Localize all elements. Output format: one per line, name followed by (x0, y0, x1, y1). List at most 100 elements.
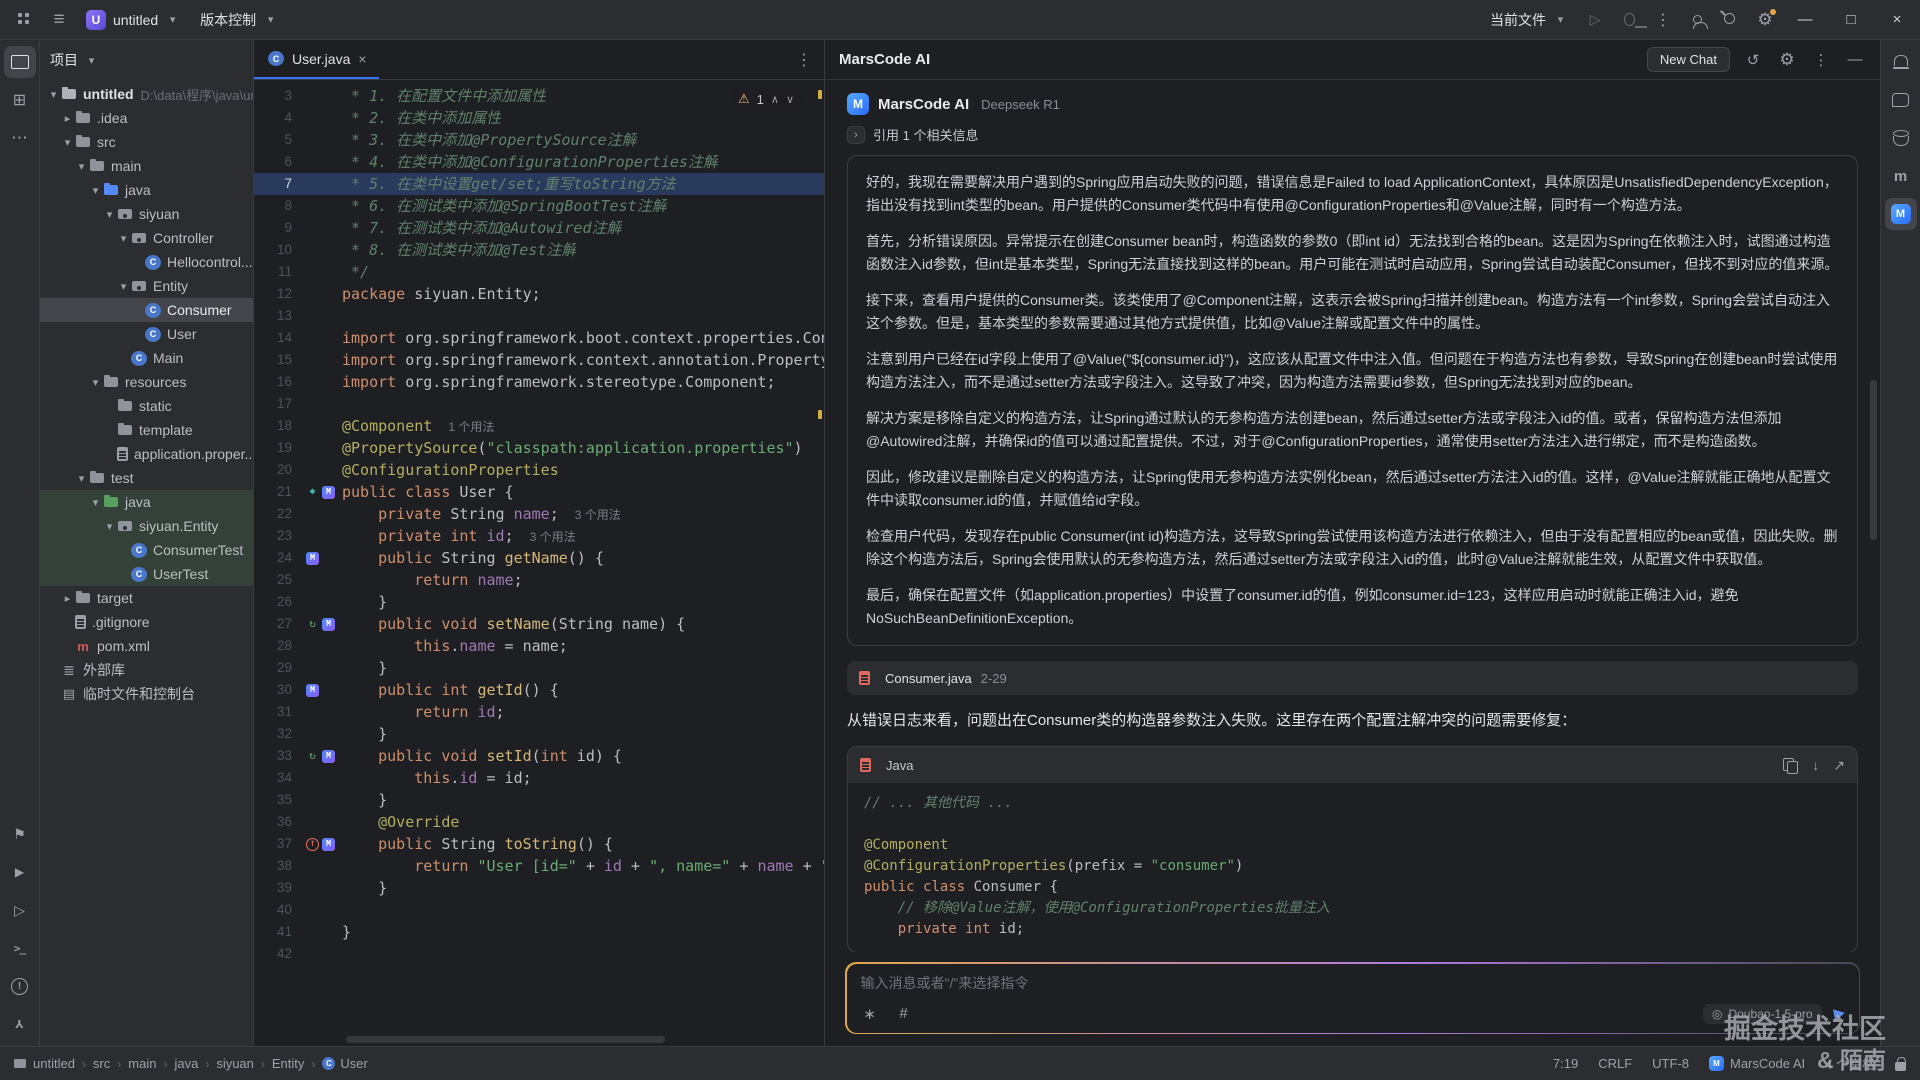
tree-item-usertest[interactable]: UserTest (40, 562, 253, 586)
chevron-down-icon[interactable]: ▾ (88, 496, 103, 509)
set-gutter-icon[interactable] (306, 750, 319, 763)
code-text[interactable]: } (342, 591, 387, 613)
line-number[interactable]: 22 (254, 503, 304, 525)
bookmark-icon[interactable] (4, 818, 36, 850)
code-line[interactable]: 32 } (254, 723, 824, 745)
window-close-button[interactable]: × (1874, 0, 1920, 40)
set-gutter-icon[interactable] (306, 618, 319, 631)
code-text[interactable]: import org.springframework.context.annot… (342, 349, 824, 371)
line-number[interactable]: 16 (254, 371, 304, 393)
next-problem-icon[interactable]: ∨ (786, 93, 794, 106)
project-icon[interactable] (4, 46, 36, 78)
mars-gutter-icon[interactable] (322, 750, 335, 763)
line-number[interactable]: 15 (254, 349, 304, 371)
error-stripe-mark[interactable] (818, 90, 822, 99)
tree-item-hellocontroller[interactable]: Hellocontrol... (40, 250, 253, 274)
code-line[interactable]: 35 } (254, 789, 824, 811)
encoding-selector[interactable]: UTF-8 (1652, 1056, 1689, 1071)
code-text[interactable]: * 8. 在测试类中添加@Test注解 (342, 239, 576, 261)
account-button[interactable] (1680, 3, 1714, 37)
usage-inlay-hint[interactable]: 3 个用法 (530, 530, 576, 544)
code-line[interactable]: 26 } (254, 591, 824, 613)
tree-item-src[interactable]: ▾src (40, 130, 253, 154)
code-text[interactable]: @Override (342, 811, 459, 833)
line-number[interactable]: 35 (254, 789, 304, 811)
line-number[interactable]: 29 (254, 657, 304, 679)
file-reference-chip[interactable]: Consumer.java 2-29 (847, 661, 1858, 695)
project-widget[interactable]: U untitled ▾ (76, 5, 190, 35)
code-text[interactable]: } (342, 723, 387, 745)
line-number[interactable]: 37 (254, 833, 304, 855)
breadcrumb-siyuan[interactable]: siyuan (216, 1056, 254, 1071)
line-number[interactable]: 41 (254, 921, 304, 943)
ovr-gutter-icon[interactable] (306, 838, 319, 851)
code-line[interactable]: 6 * 4. 在类中添加@ConfigurationProperties注解 (254, 151, 824, 173)
tree-item-test[interactable]: ▾test (40, 466, 253, 490)
chevron-down-icon[interactable]: ▾ (74, 472, 89, 485)
code-text[interactable]: return "User [id=" + id + ", name=" + na… (342, 855, 824, 877)
vcs-widget[interactable]: 版本控制 ▾ (190, 5, 288, 35)
tab-options-button[interactable]: ⋮ (784, 50, 824, 70)
line-number[interactable]: 42 (254, 943, 304, 965)
new-chat-button[interactable]: New Chat (1647, 47, 1730, 72)
line-number[interactable]: 31 (254, 701, 304, 723)
code-line[interactable]: 27 public void setName(String name) { (254, 613, 824, 635)
code-text[interactable]: public int getId() { (342, 679, 559, 701)
line-number[interactable]: 6 (254, 151, 304, 173)
window-minimize-button[interactable]: — (1782, 0, 1828, 40)
structure-icon[interactable] (4, 84, 36, 116)
tree-item-idea[interactable]: ▸.idea (40, 106, 253, 130)
maven-icon[interactable] (1885, 160, 1917, 192)
history-button[interactable]: ↺ (1742, 49, 1764, 71)
chevron-down-icon[interactable]: ▾ (116, 232, 131, 245)
mars-gutter-icon[interactable] (306, 552, 319, 565)
close-icon[interactable]: × (358, 51, 366, 67)
chevron-down-icon[interactable]: ▾ (102, 208, 117, 221)
context-hash-icon[interactable]: # (895, 1005, 913, 1022)
code-line[interactable]: 13 (254, 305, 824, 327)
terminal-icon[interactable] (4, 932, 36, 964)
code-line[interactable]: 42 (254, 943, 824, 965)
line-number[interactable]: 25 (254, 569, 304, 591)
code-text[interactable]: private int id;3 个用法 (342, 525, 576, 547)
code-text[interactable]: @PropertySource("classpath:application.p… (342, 437, 803, 459)
code-text[interactable]: } (342, 657, 387, 679)
code-text[interactable]: */ (342, 261, 369, 283)
tree-item-entity[interactable]: ▾Entity (40, 274, 253, 298)
tree-item-resources[interactable]: ▾resources (40, 370, 253, 394)
code-line[interactable]: 19@PropertySource("classpath:application… (254, 437, 824, 459)
editor-horizontal-scrollbar[interactable] (346, 1036, 665, 1043)
usage-inlay-hint[interactable]: 3 个用法 (575, 508, 621, 522)
line-number[interactable]: 10 (254, 239, 304, 261)
code-text[interactable]: } (342, 789, 387, 811)
chevron-right-icon[interactable]: ▸ (60, 592, 75, 605)
line-number[interactable]: 26 (254, 591, 304, 613)
tree-item-main[interactable]: ▾main (40, 154, 253, 178)
tree-item-gitignore[interactable]: .gitignore (40, 610, 253, 634)
mars-gutter-icon[interactable] (322, 618, 335, 631)
chat-message-input[interactable] (861, 975, 1845, 991)
mars-gutter-icon[interactable] (306, 684, 319, 697)
marscode-icon[interactable] (1885, 198, 1917, 230)
line-number[interactable]: 18 (254, 415, 304, 437)
error-stripe-mark[interactable] (818, 410, 822, 419)
code-text[interactable]: return name; (342, 569, 523, 591)
code-line[interactable]: 25 return name; (254, 569, 824, 591)
code-line[interactable]: 31 return id; (254, 701, 824, 723)
code-line[interactable]: 41} (254, 921, 824, 943)
line-ending-selector[interactable]: CRLF (1598, 1056, 1632, 1071)
run-configuration-selector[interactable]: 当前文件 ▾ (1480, 5, 1578, 35)
chevron-down-icon[interactable]: ▾ (74, 160, 89, 173)
code-text[interactable]: public String getName() { (342, 547, 604, 569)
chat-settings-button[interactable] (1776, 49, 1798, 71)
code-line[interactable]: 39 } (254, 877, 824, 899)
code-text[interactable]: private String name;3 个用法 (342, 503, 621, 525)
code-line[interactable]: 11 */ (254, 261, 824, 283)
code-editor[interactable]: ⚠ 1 ∧ ∨ 3 * 1. 在配置文件中添加属性4 * 2. 在类中添加属性5… (254, 80, 824, 1046)
line-number[interactable]: 13 (254, 305, 304, 327)
code-text[interactable]: * 3. 在类中添加@PropertySource注解 (342, 129, 637, 151)
code-line[interactable]: 8 * 6. 在测试类中添加@SpringBootTest注解 (254, 195, 824, 217)
tree-item-user[interactable]: User (40, 322, 253, 346)
tree-item-pom[interactable]: pom.xml (40, 634, 253, 658)
code-line[interactable]: 4 * 2. 在类中添加属性 (254, 107, 824, 129)
